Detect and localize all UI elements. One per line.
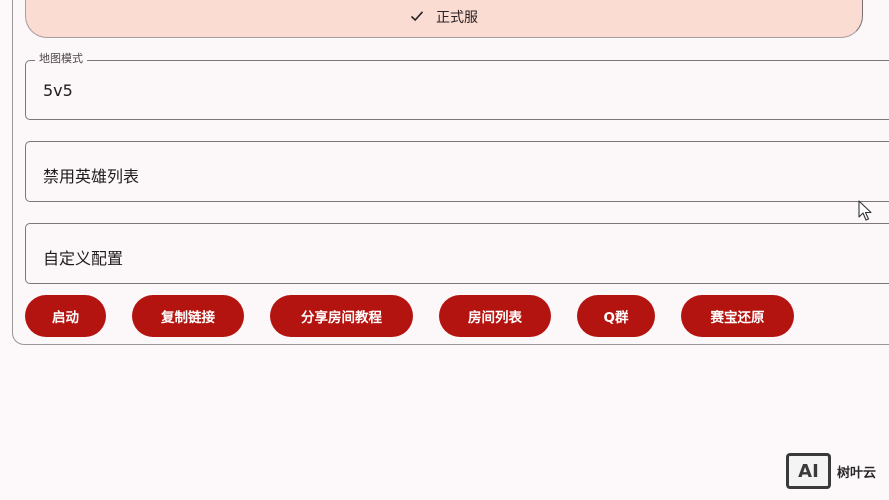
map-mode-value: 5v5 [43,81,73,100]
watermark-logo-text: AI [798,460,819,482]
watermark-logo: AI [786,453,831,489]
custom-config-value: 自定义配置 [43,249,124,268]
watermark: AI 树叶云 [786,453,876,489]
check-icon [410,11,424,22]
room-list-button[interactable]: 房间列表 [439,295,551,337]
start-button[interactable]: 启动 [25,295,106,337]
map-mode-field[interactable]: 5v5 [25,60,889,120]
copy-link-button[interactable]: 复制链接 [132,295,244,337]
version-label: 正式服 [436,10,478,26]
mouse-cursor-icon [858,200,872,221]
ban-list-field[interactable]: 禁用英雄列表 [25,141,889,202]
version-selector[interactable]: 正式服 [25,0,863,38]
watermark-text: 树叶云 [837,465,877,481]
ban-list-value: 禁用英雄列表 [43,167,140,186]
restore-button[interactable]: 赛宝还原 [681,295,794,337]
q-group-button[interactable]: Q群 [577,295,655,337]
share-tutorial-button[interactable]: 分享房间教程 [270,295,413,337]
map-mode-label: 地图模式 [35,52,87,66]
custom-config-field[interactable]: 自定义配置 [25,223,889,284]
